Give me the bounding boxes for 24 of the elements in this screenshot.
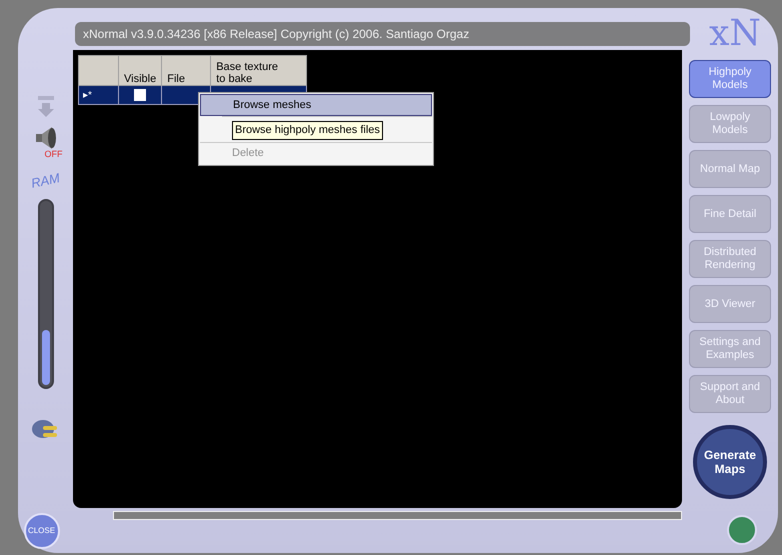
column-header[interactable]: Visible [118, 56, 162, 86]
row-marker: ▸* [78, 86, 118, 104]
nav-button[interactable]: Highpoly Models [689, 60, 771, 98]
sound-status: OFF [44, 150, 62, 159]
column-header[interactable] [78, 56, 118, 86]
nav-button[interactable]: Fine Detail [689, 195, 771, 233]
down-arrow-icon[interactable] [36, 96, 56, 118]
generate-maps-button[interactable]: Generate Maps [693, 425, 767, 499]
logo: xN [709, 16, 761, 52]
nav-button[interactable]: Lowpoly Models [689, 105, 771, 143]
nav-button[interactable]: 3D Viewer [689, 285, 771, 323]
close-button[interactable]: CLOSE [24, 513, 60, 549]
ram-label: RAM [29, 169, 62, 193]
window-title: xNormal v3.9.0.34236 [x86 Release] Copyright (c) 2006. Santiago Orgaz [75, 22, 690, 46]
column-header[interactable]: File [162, 56, 211, 86]
nav-button[interactable]: Distributed Rendering [689, 240, 771, 278]
nav-button[interactable]: Support and About [689, 375, 771, 413]
menu-item[interactable]: Browse meshes [200, 94, 432, 116]
status-light-icon [727, 515, 757, 545]
nav-button[interactable]: Normal Map [689, 150, 771, 188]
nav-button[interactable]: Settings and Examples [689, 330, 771, 368]
tooltip: Browse highpoly meshes files [232, 121, 383, 140]
visible-checkbox[interactable] [134, 88, 146, 101]
column-header[interactable]: Base texture to bake [210, 56, 307, 86]
